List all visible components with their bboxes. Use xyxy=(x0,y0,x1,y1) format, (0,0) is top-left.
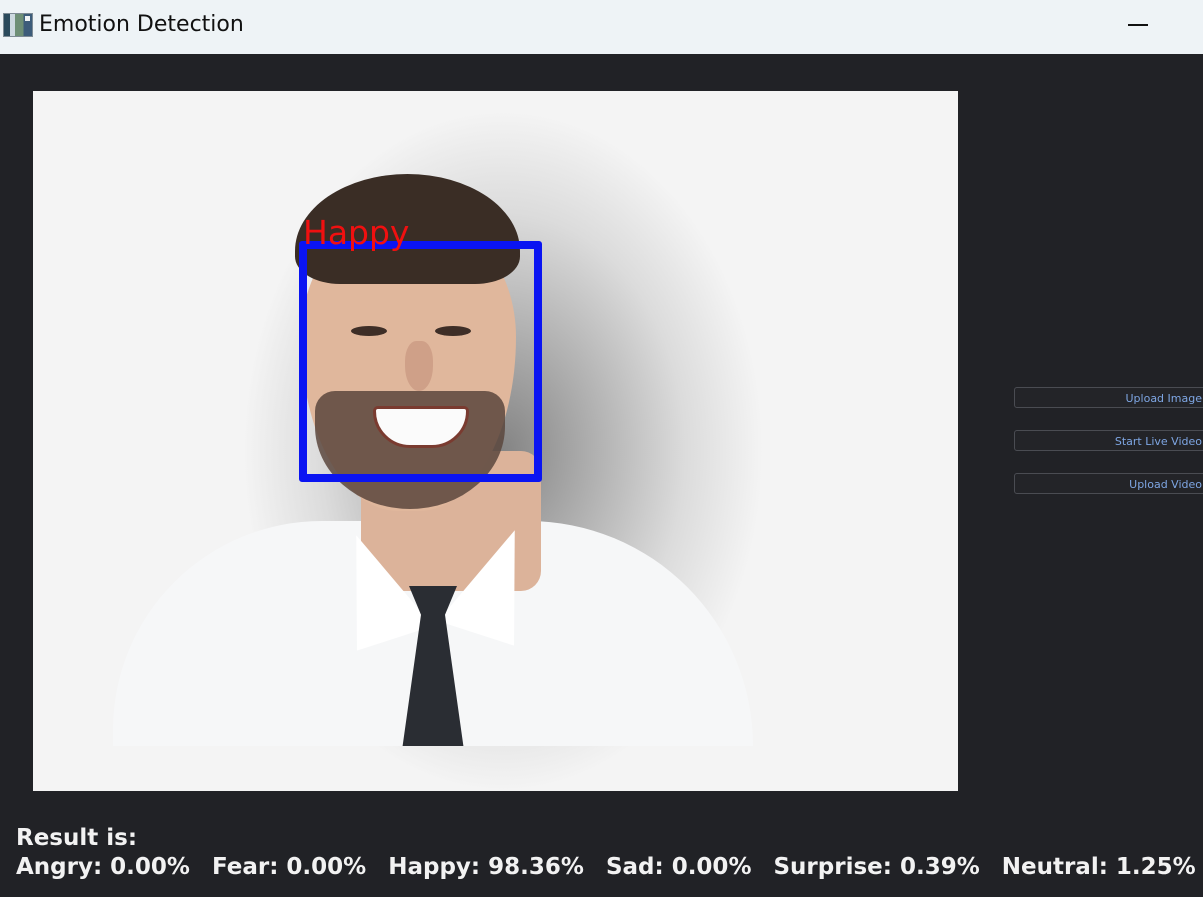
score-happy: Happy: 98.36% xyxy=(388,854,584,880)
detected-emotion-label: Happy xyxy=(303,213,410,252)
upload-image-button[interactable]: Upload Image xyxy=(1014,387,1203,408)
face-detection-box xyxy=(299,241,542,482)
emotion-scores: Angry: 0.00% Fear: 0.00% Happy: 98.36% S… xyxy=(16,852,1196,882)
image-display: Happy xyxy=(33,91,958,791)
app-icon xyxy=(3,13,33,37)
score-neutral: Neutral: 1.25% xyxy=(1001,854,1196,880)
score-sad: Sad: 0.00% xyxy=(605,854,752,880)
window-title: Emotion Detection xyxy=(39,12,244,37)
upload-video-button[interactable]: Upload Video xyxy=(1014,473,1203,494)
score-fear: Fear: 0.00% xyxy=(211,854,367,880)
result-panel: Result is: Angry: 0.00% Fear: 0.00% Happ… xyxy=(16,824,1196,882)
minimize-button[interactable] xyxy=(1118,9,1158,41)
start-live-video-button[interactable]: Start Live Video xyxy=(1014,430,1203,451)
title-bar: Emotion Detection xyxy=(0,0,1203,54)
score-surprise: Surprise: 0.39% xyxy=(773,854,980,880)
score-angry: Angry: 0.00% xyxy=(16,854,190,880)
result-title: Result is: xyxy=(16,825,138,851)
